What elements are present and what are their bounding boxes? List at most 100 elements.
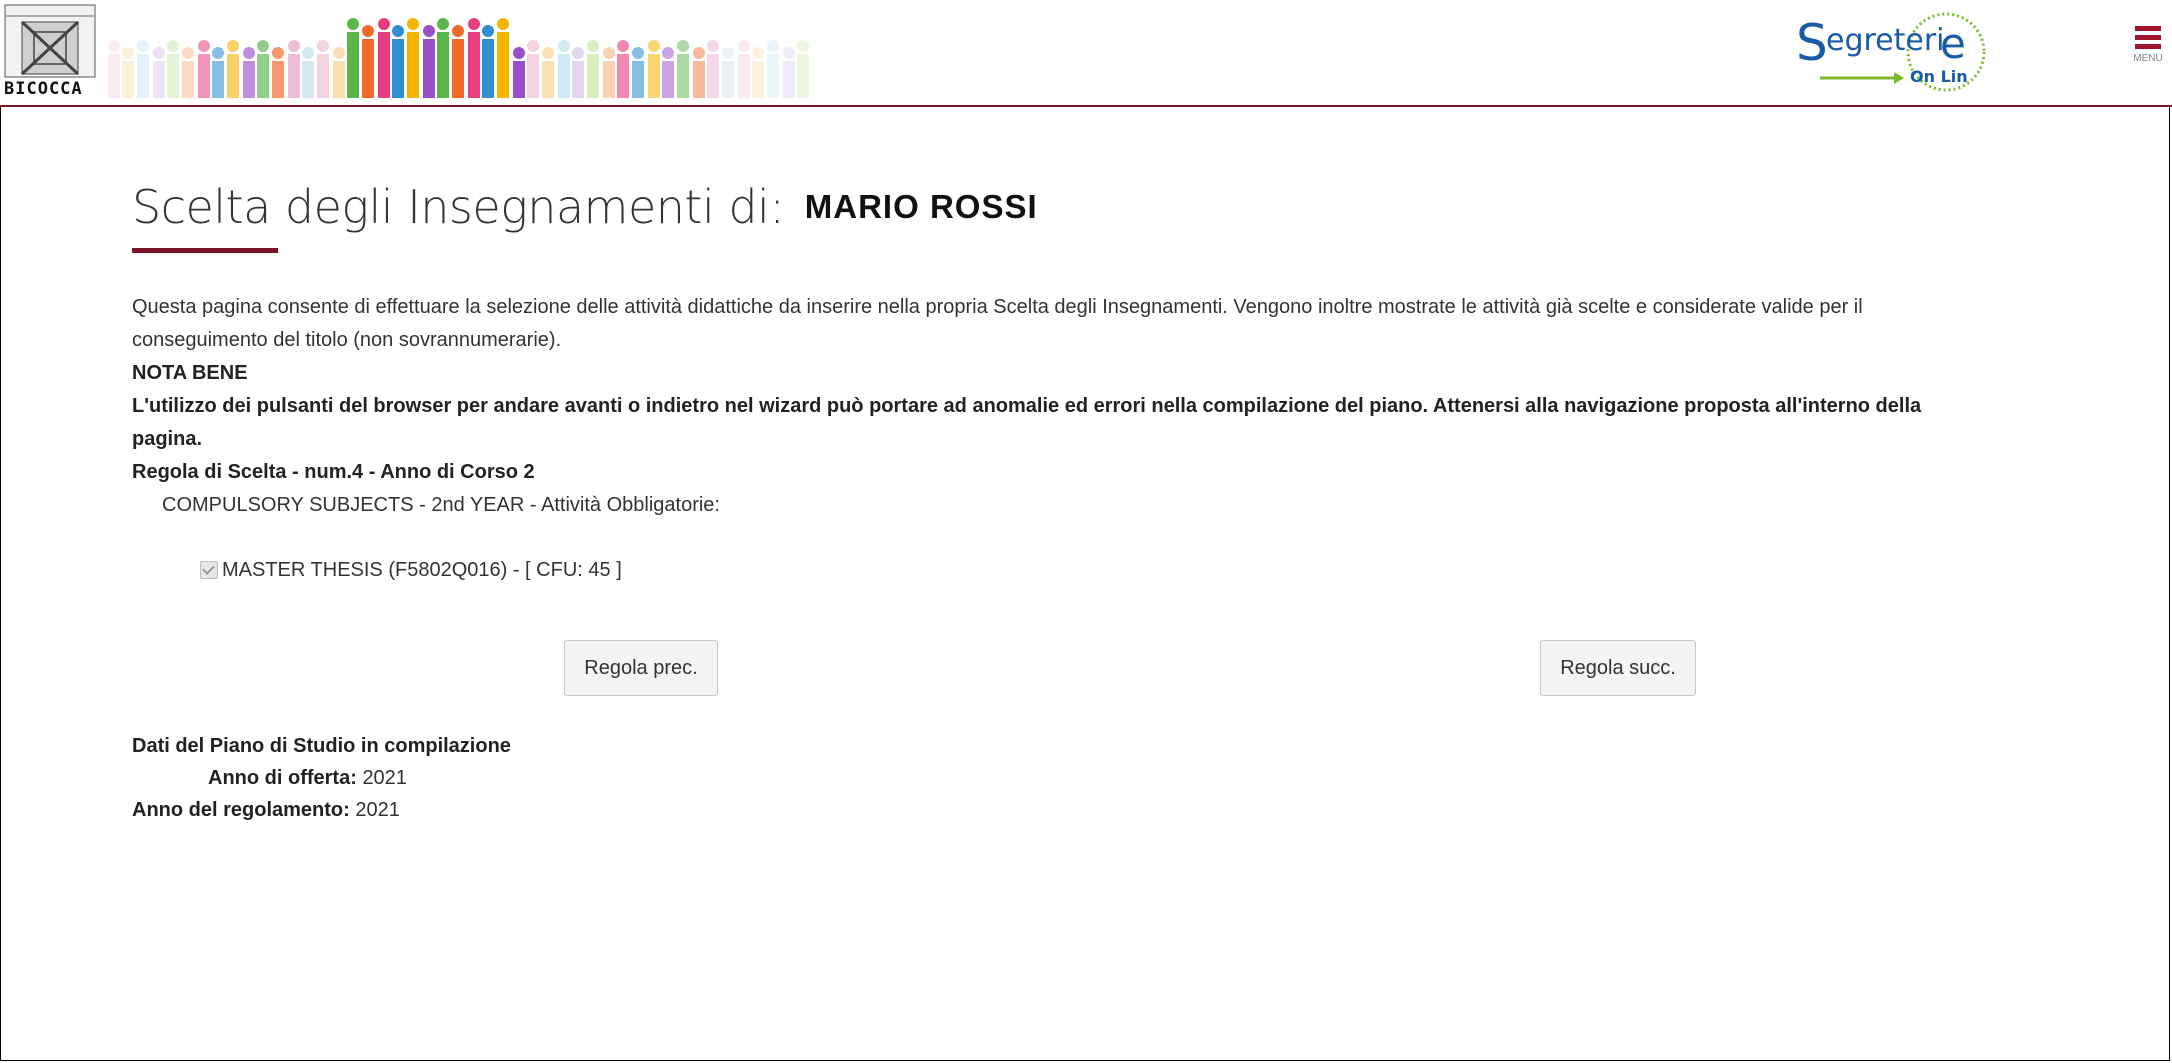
regulation-year-value: 2021 [355,799,400,821]
banner-figure-body [767,54,779,98]
banner-figure-head [648,40,660,52]
banner-figure-body [423,39,435,98]
banner-figure-body [513,61,525,98]
activity-checkbox[interactable] [200,561,218,579]
banner-figure-body [648,54,660,98]
banner-figure-body [407,32,419,98]
banner-figure-body [333,61,345,98]
banner-figure-body [587,54,599,98]
banner-figure-head [153,47,165,59]
banner-figure-head [302,47,314,59]
banner-figure-head [783,47,795,59]
site-header: BICOCCA S egreteri e On Lin MENU [0,0,2172,107]
nota-bene-heading: NOTA BENE [132,362,248,384]
banner-figure-body [257,54,269,98]
activity-label: MASTER THESIS (F5802Q016) - [ CFU: 45 ] [222,559,622,581]
banner-figure-head [617,40,629,52]
menu-label: MENU [2133,53,2163,64]
banner-figure-body [362,39,374,98]
svg-text:e: e [1940,19,1966,68]
menu-button[interactable]: MENU [2128,26,2168,82]
banner-figure-head [662,47,674,59]
banner-figure-body [632,61,644,98]
banner-figure-body [603,61,615,98]
banner-figure-head [767,40,779,52]
unimib-logo[interactable]: BICOCCA [4,4,96,100]
banner-figure-body [497,32,509,98]
page-title: Scelta degli Insegnamenti di: [132,180,785,234]
svg-text:On Lin: On Lin [1910,67,1968,86]
banner-figure-body [302,61,314,98]
next-rule-button[interactable]: Regola succ. [1540,640,1696,696]
banner-figure-head [243,47,255,59]
nota-bene-text: pagina. [132,428,203,450]
banner-figure-body [347,32,359,98]
previous-rule-button[interactable]: Regola prec. [564,640,718,696]
banner-figure-body [783,61,795,98]
banner-figure-body [378,32,390,98]
banner-figure-body [722,61,734,98]
banner-figure-head [333,47,345,59]
banner-figure-head [513,47,525,59]
banner-figure-head [137,40,149,52]
banner-figure-body [227,54,239,98]
activity-item: MASTER THESIS (F5802Q016) - [ CFU: 45 ] [200,554,2092,586]
banner-figure-body [137,54,149,98]
intro-line: Questa pagina consente di effettuare la … [132,296,1863,318]
study-plan-data: Dati del Piano di Studio in compilazione… [132,730,511,826]
banner-figure-body [108,54,120,98]
banner-figure-head [122,47,134,59]
banner-figure-body [437,32,449,98]
banner-figure-body [452,39,464,98]
banner-figure-head [497,18,509,30]
banner-figure-body [167,54,179,98]
svg-text:S: S [1796,14,1828,72]
banner-figure-body [617,54,629,98]
banner-figure-head [182,47,194,59]
banner-figure-body [662,61,674,98]
banner-figure-body [288,54,300,98]
banner-figure-head [677,40,689,52]
banner-figure-head [288,40,300,52]
banner-figure-head [392,25,404,37]
banner-figure-head [558,40,570,52]
banner-figure-head [632,47,644,59]
hamburger-icon-bar [2135,35,2161,40]
banner-figure-head [272,47,284,59]
banner-figure-body [272,61,284,98]
banner-figure-head [362,25,374,37]
banner-figure-head [752,47,764,59]
banner-figure-head [198,40,210,52]
banner-figure-head [797,40,809,52]
banner-figure-body [122,61,134,98]
nota-bene-text: L'utilizzo dei pulsanti del browser per … [132,395,1922,417]
unimib-wordmark: BICOCCA [4,79,83,99]
title-row: Scelta degli Insegnamenti di: MARIO ROSS… [132,180,2092,240]
banner-figure-head [468,18,480,30]
banner-figure-body [797,54,809,98]
offer-year-label: Anno di offerta: [208,767,357,789]
banner-figure-body [738,54,750,98]
banner-figure-head [693,47,705,59]
offer-year-value: 2021 [362,767,407,789]
banner-figure-body [693,61,705,98]
segreterie-online-logo[interactable]: S egreteri e On Lin [1790,6,2002,98]
title-underline [132,248,278,253]
banner-figure-head [167,40,179,52]
banner-figure-body [572,61,584,98]
people-banner-image [108,18,809,98]
plan-heading: Dati del Piano di Studio in compilazione [132,735,511,757]
banner-figure-head [452,25,464,37]
banner-figure-body [527,54,539,98]
banner-figure-head [527,40,539,52]
banner-figure-body [212,61,224,98]
banner-figure-body [677,54,689,98]
banner-figure-head [407,18,419,30]
main-content: Scelta degli Insegnamenti di: MARIO ROSS… [132,180,2092,586]
rule-heading: Regola di Scelta - num.4 - Anno di Corso… [132,461,535,483]
banner-figure-head [437,18,449,30]
banner-figure-head [108,40,120,52]
banner-figure-head [212,47,224,59]
banner-figure-head [707,40,719,52]
banner-figure-body [482,39,494,98]
